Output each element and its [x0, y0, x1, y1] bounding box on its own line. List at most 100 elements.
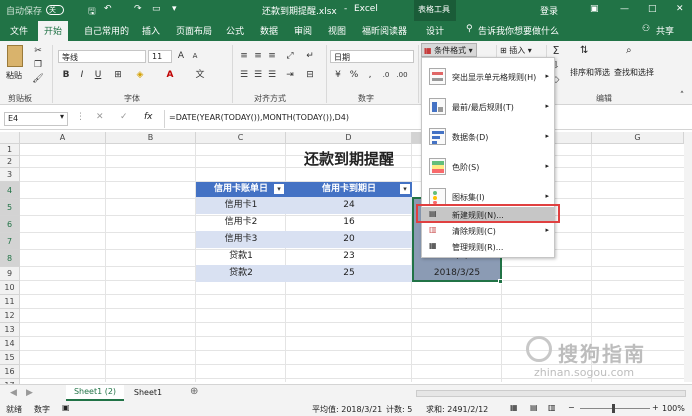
tab-view[interactable]: 视图: [328, 24, 346, 37]
row-header[interactable]: 3: [0, 168, 20, 182]
row-header[interactable]: 5: [0, 199, 20, 216]
table-cell-name[interactable]: 信用卡1: [196, 197, 286, 214]
sheet-tab[interactable]: Sheet1: [128, 385, 168, 401]
page-layout-icon[interactable]: ▤: [530, 403, 538, 412]
insert-cells-button[interactable]: ⊞ 插入 ▾: [500, 45, 532, 56]
ribbon-display-icon[interactable]: ▣: [590, 4, 599, 14]
comma-icon[interactable]: ,: [364, 70, 376, 81]
menu-item-highlight-rules[interactable]: 突出显示单元格规则(H) ▸: [422, 62, 554, 92]
align-bottom-icon[interactable]: ≡: [266, 51, 278, 62]
tab-home[interactable]: 开始: [38, 21, 69, 41]
indent-icon[interactable]: ⇥: [284, 70, 296, 81]
prev-sheet-icon[interactable]: ◀: [10, 388, 17, 398]
increase-decimal-icon[interactable]: .0: [380, 70, 392, 81]
paste-button[interactable]: 粘贴: [6, 70, 22, 81]
save-icon[interactable]: 🖫: [88, 4, 96, 20]
number-format-select[interactable]: 日期: [330, 50, 414, 63]
underline-icon[interactable]: U: [92, 70, 104, 81]
sort-filter-icon[interactable]: ⇅: [580, 45, 594, 63]
percent-icon[interactable]: %: [348, 70, 360, 81]
row-header[interactable]: 12: [0, 309, 20, 323]
tab-design[interactable]: 设计: [426, 24, 444, 37]
font-size-select[interactable]: 11: [148, 50, 172, 63]
conditional-format-button[interactable]: ▦ 条件格式 ▾: [421, 43, 477, 57]
zoom-in-icon[interactable]: +: [652, 403, 659, 412]
row-header[interactable]: 7: [0, 233, 20, 250]
redo-icon[interactable]: ↷: [134, 4, 142, 14]
shrink-font-icon[interactable]: A: [189, 51, 201, 62]
enter-icon[interactable]: ✓: [120, 112, 128, 122]
paste-icon[interactable]: [7, 45, 23, 67]
find-select-icon[interactable]: ⌕: [626, 45, 640, 63]
close-icon[interactable]: ✕: [676, 4, 684, 14]
column-header-b[interactable]: B: [106, 132, 196, 144]
column-header-c[interactable]: C: [196, 132, 286, 144]
maximize-icon[interactable]: □: [648, 4, 657, 14]
menu-item-manage-rules[interactable]: ▦ 管理规则(R)...: [422, 239, 554, 254]
table-cell-due[interactable]: 25: [286, 265, 412, 282]
row-header[interactable]: 14: [0, 337, 20, 351]
fill-color-icon[interactable]: ◈: [134, 70, 146, 81]
sheet-tab-active[interactable]: Sheet1 (2): [66, 385, 124, 401]
table-cell-due[interactable]: 24: [286, 197, 412, 214]
tab-foxit[interactable]: 福昕阅读器: [362, 24, 407, 37]
orientation-icon[interactable]: ⤢: [284, 51, 296, 62]
name-box-dropdown-icon[interactable]: ▾: [60, 112, 64, 121]
autosum-icon[interactable]: Σ: [550, 45, 562, 56]
tab-review[interactable]: 审阅: [294, 24, 312, 37]
merge-center-icon[interactable]: ⊟: [304, 70, 316, 81]
undo-icon[interactable]: ↶: [104, 4, 112, 14]
copy-icon[interactable]: ❐: [32, 60, 44, 71]
customize-qat-icon[interactable]: ▾: [172, 4, 177, 14]
column-header-g[interactable]: G: [592, 132, 684, 144]
filter-dropdown-icon[interactable]: ▾: [274, 184, 284, 194]
format-painter-icon[interactable]: 🖌: [32, 74, 44, 85]
align-center-icon[interactable]: ☰: [252, 70, 264, 81]
tab-formulas[interactable]: 公式: [226, 24, 244, 37]
sort-filter-button[interactable]: 排序和筛选: [570, 67, 610, 78]
page-break-icon[interactable]: ▥: [548, 403, 556, 412]
font-name-select[interactable]: 等线: [58, 50, 146, 63]
row-header[interactable]: 10: [0, 281, 20, 295]
share-icon[interactable]: ⚇: [642, 24, 650, 34]
row-header[interactable]: 13: [0, 323, 20, 337]
phonetic-icon[interactable]: 文: [194, 70, 206, 81]
align-left-icon[interactable]: ☰: [238, 70, 250, 81]
share-button[interactable]: 共享: [656, 24, 674, 37]
tab-insert[interactable]: 插入: [142, 24, 160, 37]
column-header-a[interactable]: A: [20, 132, 106, 144]
table-cell-name[interactable]: 贷款1: [196, 248, 286, 265]
add-sheet-icon[interactable]: ⊕: [190, 386, 198, 397]
column-header-d[interactable]: D: [286, 132, 412, 144]
row-header[interactable]: 8: [0, 250, 20, 267]
horizontal-scrollbar[interactable]: [416, 390, 686, 397]
fill-handle[interactable]: [498, 279, 503, 284]
menu-item-top-bottom-rules[interactable]: 最前/最后规则(T) ▸: [422, 92, 554, 122]
tab-file[interactable]: 文件: [10, 24, 28, 37]
tab-data[interactable]: 数据: [260, 24, 278, 37]
minimize-icon[interactable]: —: [620, 4, 629, 14]
insert-function-icon[interactable]: fx: [144, 112, 153, 122]
menu-item-clear-rules[interactable]: ▥ 清除规则(C) ▸: [422, 223, 554, 238]
select-all-corner[interactable]: [0, 132, 20, 144]
table-header-card[interactable]: 信用卡账单日 ▾: [196, 182, 286, 197]
align-top-icon[interactable]: ≡: [238, 51, 250, 62]
cancel-icon[interactable]: ✕: [96, 112, 104, 122]
row-header[interactable]: 11: [0, 295, 20, 309]
login-link[interactable]: 登录: [540, 4, 558, 17]
zoom-out-icon[interactable]: −: [568, 403, 575, 412]
find-select-button[interactable]: 查找和选择: [614, 67, 654, 78]
wrap-text-icon[interactable]: ↵: [304, 51, 316, 62]
table-cell-name[interactable]: 贷款2: [196, 265, 286, 282]
currency-icon[interactable]: ¥: [332, 70, 344, 81]
row-header[interactable]: 6: [0, 216, 20, 233]
date-cell[interactable]: 2018/3/25: [412, 265, 502, 282]
collapse-ribbon-icon[interactable]: ˄: [676, 91, 688, 102]
table-cell-name[interactable]: 信用卡2: [196, 214, 286, 231]
macro-record-icon[interactable]: ▣: [62, 403, 70, 412]
font-color-icon[interactable]: A: [164, 70, 176, 81]
row-header[interactable]: 15: [0, 351, 20, 365]
table-cell-due[interactable]: 16: [286, 214, 412, 231]
decrease-decimal-icon[interactable]: .00: [396, 70, 408, 81]
table-cell-name[interactable]: 信用卡3: [196, 231, 286, 248]
